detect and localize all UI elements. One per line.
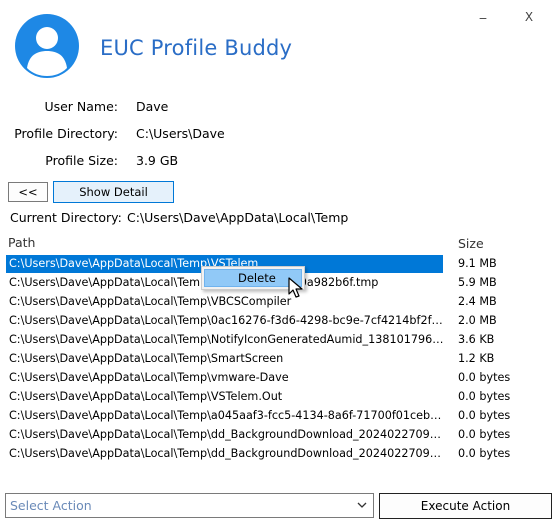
list-row[interactable]: C:\Users\Dave\AppData\Local\Temp\vmware-… — [6, 369, 551, 387]
list-row-path: C:\Users\Dave\AppData\Local\Temp\SmartSc… — [9, 352, 284, 365]
list-row[interactable]: C:\Users\Dave\AppData\Local\Temp\VBCSCom… — [6, 293, 551, 311]
mouse-pointer-icon — [288, 277, 306, 299]
action-select[interactable]: Select Action — [5, 493, 374, 518]
list-row-size: 2.4 MB — [458, 295, 497, 308]
column-header-size[interactable]: Size — [458, 236, 484, 251]
list-row[interactable]: C:\Users\Dave\AppData\Local\Temp\VSTelem… — [6, 388, 551, 406]
list-row-path: C:\Users\Dave\AppData\Local\Temp\0ac1627… — [9, 314, 446, 327]
list-row[interactable]: C:\Users\Dave\AppData\Local\Temp\a045aaf… — [6, 407, 551, 425]
list-row-size: 0.0 bytes — [458, 371, 511, 384]
app-title: EUC Profile Buddy — [100, 36, 293, 60]
list-row[interactable]: C:\Users\Dave\AppData\Local\Temp\SmartSc… — [6, 350, 551, 368]
list-row-size: 0.0 bytes — [458, 428, 511, 441]
execute-action-button[interactable]: Execute Action — [379, 493, 552, 519]
list-row-path: C:\Users\Dave\AppData\Local\Temp\VSTelem… — [9, 390, 283, 403]
list-row-path: C:\Users\Dave\AppData\Local\Temp\a045aaf… — [9, 409, 446, 422]
current-directory-value: C:\Users\Dave\AppData\Local\Temp — [127, 210, 349, 225]
profile-directory-value: C:\Users\Dave — [136, 126, 225, 141]
list-row-path: C:\Users\Dave\AppData\Local\Temp\dd_Back… — [9, 447, 446, 460]
list-row[interactable]: C:\Users\Dave\AppData\Local\Temp\dd_Back… — [6, 426, 551, 444]
list-row-path: C:\Users\Dave\AppData\Local\Temp\NotifyI… — [9, 333, 446, 346]
column-header-path[interactable]: Path — [8, 235, 35, 250]
list-row-size: 0.0 bytes — [458, 390, 511, 403]
show-detail-button[interactable]: Show Detail — [53, 181, 174, 203]
list-row-size: 0.0 bytes — [458, 409, 511, 422]
list-row-path: C:\Users\Dave\AppData\Local\Temp\dd_Back… — [9, 428, 446, 441]
list-row-size: 9.1 MB — [458, 257, 497, 270]
back-button[interactable]: << — [8, 182, 48, 202]
list-row-size: 2.0 MB — [458, 314, 497, 327]
minimize-button[interactable]: _ — [473, 6, 493, 26]
list-row[interactable]: C:\Users\Dave\AppData\Local\Temp\dd_Back… — [6, 445, 551, 463]
list-row[interactable]: C:\Users\Dave\AppData\Local\Temp\NotifyI… — [6, 331, 551, 349]
profile-size-label: Profile Size: — [45, 153, 118, 168]
profile-size-value: 3.9 GB — [136, 153, 179, 168]
close-button[interactable]: X — [520, 8, 538, 26]
user-avatar-icon — [15, 14, 79, 78]
list-row-path: C:\Users\Dave\AppData\Local\Temp\vmware-… — [9, 371, 289, 384]
list-row-path: C:\Users\Dave\AppData\Local\Temp\VBCSCom… — [9, 295, 292, 308]
list-row-size: 0.0 bytes — [458, 447, 511, 460]
chevron-down-icon — [357, 494, 367, 526]
user-name-value: Dave — [136, 99, 169, 114]
list-row-size: 3.6 KB — [458, 333, 495, 346]
list-row-size: 5.9 MB — [458, 276, 497, 289]
current-directory-label: Current Directory: — [10, 210, 122, 225]
action-select-placeholder: Select Action — [10, 498, 92, 513]
list-row[interactable]: C:\Users\Dave\AppData\Local\Temp\0ac1627… — [6, 312, 551, 330]
user-name-label: User Name: — [44, 99, 118, 114]
profile-directory-label: Profile Directory: — [14, 126, 118, 141]
list-row-size: 1.2 KB — [458, 352, 495, 365]
